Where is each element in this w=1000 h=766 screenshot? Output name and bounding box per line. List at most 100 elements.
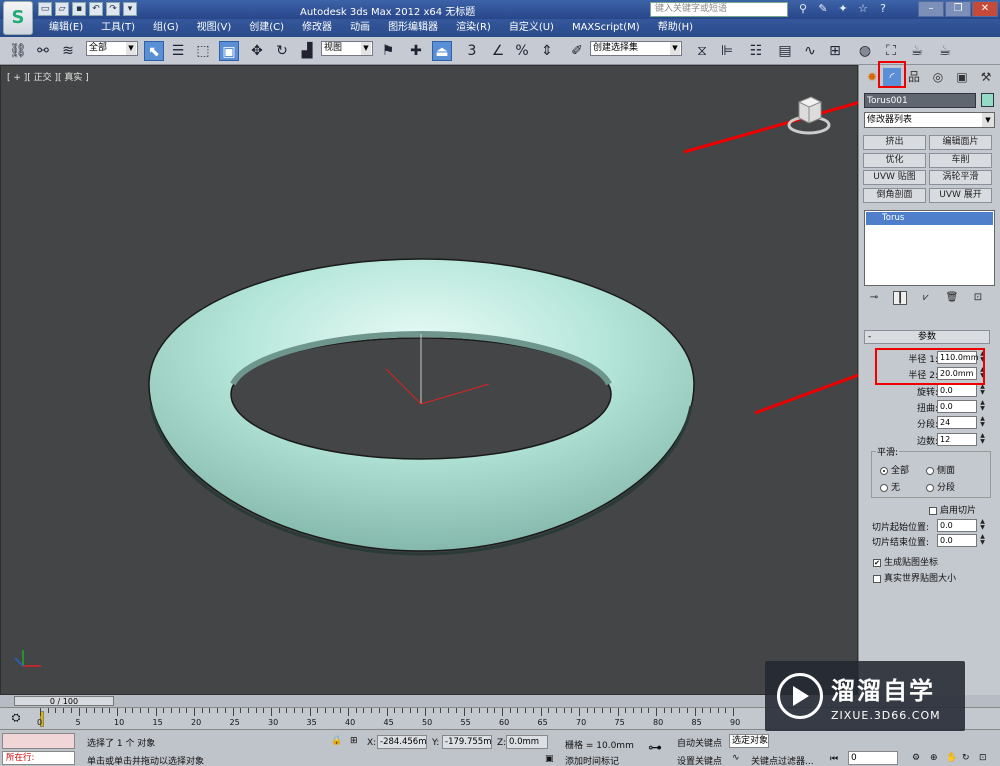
minimize-button[interactable]: – (918, 1, 944, 17)
menu-item[interactable]: 帮助(H) (649, 21, 702, 35)
pan-icon[interactable]: ✋ (946, 753, 957, 763)
render-setup-icon[interactable]: ⛶ (881, 41, 901, 61)
viewcube[interactable] (787, 92, 831, 136)
smooth-segments-radio[interactable]: 分段 (926, 480, 955, 493)
set-key-icon[interactable]: ⊶ (648, 740, 662, 756)
smooth-all-radio[interactable]: 全部 (880, 463, 909, 476)
render-production-icon[interactable]: ☕ (935, 41, 955, 61)
window-crossing-icon[interactable]: ▣ (219, 41, 239, 61)
pin-stack-icon[interactable]: ⊸ (867, 291, 881, 305)
modifier-stack[interactable]: Torus (864, 210, 995, 286)
menu-item[interactable]: 自定义(U) (500, 21, 563, 35)
select-object-icon[interactable]: ⬉ (144, 41, 164, 61)
object-color-swatch[interactable] (981, 93, 994, 107)
select-by-name-icon[interactable]: ☰ (168, 41, 188, 61)
close-button[interactable]: ✕ (972, 1, 998, 17)
smooth-none-radio[interactable]: 无 (880, 480, 900, 493)
display-tab-icon[interactable]: ▣ (953, 68, 971, 86)
current-frame-field[interactable]: 0 (848, 751, 898, 765)
ref-coord-dropdown[interactable]: 视图 ▼ (321, 41, 373, 56)
tools-icon[interactable]: ✎ (816, 2, 830, 16)
real-world-map-checkbox[interactable]: 真实世界贴图大小 (873, 571, 956, 584)
schematic-view-icon[interactable]: ⊞ (825, 41, 845, 61)
modifier-button[interactable]: 车削 (929, 152, 992, 168)
select-rotate-icon[interactable]: ↻ (272, 41, 292, 61)
select-scale-icon[interactable]: ▟ (297, 41, 317, 61)
modify-tab-icon[interactable]: ◜ (883, 68, 901, 86)
param-spinner[interactable]: ▲ ▼ (978, 416, 987, 429)
remove-modifier-icon[interactable]: 🗑 (945, 291, 959, 305)
motion-tab-icon[interactable]: ◎ (929, 68, 947, 86)
modifier-button[interactable]: 涡轮平滑 (929, 170, 992, 185)
new-file-icon[interactable]: ▭ (38, 2, 52, 16)
modifier-button[interactable]: UVW 贴图 (863, 170, 926, 185)
zoom-icon[interactable]: ⊕ (930, 753, 938, 763)
z-coord-field[interactable]: 0.0mm (506, 735, 548, 749)
menu-item[interactable]: 渲染(R) (447, 21, 500, 35)
save-icon[interactable]: ▪ (72, 2, 86, 16)
menu-item[interactable]: 工具(T) (92, 21, 144, 35)
spinner-snap-icon[interactable]: ⇕ (537, 41, 557, 61)
set-key-button[interactable]: 设置关键点 (677, 754, 722, 766)
redo-icon[interactable]: ↷ (106, 2, 120, 16)
param-spinner[interactable]: ▲ ▼ (978, 367, 987, 380)
auto-key-button[interactable]: 自动关键点 (677, 736, 722, 749)
undo-icon[interactable]: ↶ (89, 2, 103, 16)
abs-mode-icon[interactable]: ⊞ (350, 736, 358, 746)
object-name-field[interactable]: Torus001 (864, 93, 976, 108)
maximize-viewport-icon[interactable]: ⊡ (979, 753, 987, 763)
show-end-result-icon[interactable]: ┃ (893, 291, 907, 305)
time-config-icon[interactable]: ⚙ (912, 753, 920, 763)
create-tab-icon[interactable]: ✹ (863, 68, 881, 86)
param-input[interactable]: 20.0mm (937, 367, 977, 381)
restore-button[interactable]: ❐ (945, 1, 971, 17)
bind-spacewarp-icon[interactable]: ≋ (58, 41, 78, 61)
menu-item[interactable]: 动画 (341, 21, 379, 35)
menu-item[interactable]: 创建(C) (240, 21, 293, 35)
named-selection-dropdown[interactable]: 创建选择集 ▼ (590, 41, 682, 56)
selected-objects-dropdown[interactable]: 选定对象 (729, 734, 769, 748)
mirror-icon[interactable]: ⧖ (692, 41, 712, 61)
slice-to-spinner[interactable]: ▲ ▼ (978, 534, 987, 547)
torus-object[interactable] (148, 258, 695, 552)
pivot-center-icon[interactable]: ⚑ (378, 41, 398, 61)
unlink-icon[interactable]: ⚯ (33, 41, 53, 61)
stack-item-torus[interactable]: Torus (866, 212, 993, 225)
slice-from-input[interactable]: 0.0 (937, 519, 977, 532)
param-input[interactable]: 24 (937, 416, 977, 430)
perspective-viewport[interactable]: [ + ][ 正交 ][ 真实 ] (0, 65, 859, 695)
percent-snap-icon[interactable]: % (512, 41, 532, 61)
angle-snap-icon[interactable]: ∠ (488, 41, 508, 61)
param-spinner[interactable]: ▲ ▼ (978, 351, 987, 364)
menu-item[interactable]: 组(G) (144, 21, 188, 35)
rect-selection-icon[interactable]: ⬚ (193, 41, 213, 61)
configure-sets-icon[interactable]: ⊡ (971, 291, 985, 305)
param-spinner[interactable]: ▲ ▼ (978, 432, 987, 446)
graphite-tools-icon[interactable]: ▤ (775, 41, 795, 61)
time-tag-icon[interactable]: ▣ (545, 754, 554, 764)
selection-filter-dropdown[interactable]: 全部 ▼ (86, 41, 138, 56)
app-logo-icon[interactable]: S (3, 1, 33, 35)
x-coord-field[interactable]: -284.456m (377, 735, 427, 749)
param-input[interactable]: 110.0mm (937, 351, 979, 364)
menu-item[interactable]: 修改器 (293, 21, 341, 35)
modifier-list-dropdown[interactable]: 修改器列表 ▼ (864, 112, 995, 128)
help-search-input[interactable]: 键入关键字或短语 (650, 2, 788, 17)
menu-item[interactable]: 图形编辑器 (379, 21, 447, 35)
hierarchy-tab-icon[interactable]: 品 (905, 68, 923, 86)
select-manipulate-icon[interactable]: ✚ (406, 41, 426, 61)
param-input[interactable]: 12 (937, 432, 977, 446)
communication-icon[interactable]: ✦ (836, 2, 850, 16)
add-time-tag[interactable]: 添加时间标记 (565, 754, 619, 766)
key-filter-curve-icon[interactable]: ∿ (732, 753, 740, 763)
mini-curve-editor-icon[interactable]: ⛭ (6, 711, 26, 727)
align-icon[interactable]: ⊫ (717, 41, 737, 61)
goto-start-icon[interactable]: ⏮ (830, 754, 838, 764)
menu-item[interactable]: 编辑(E) (40, 21, 92, 35)
select-move-icon[interactable]: ✥ (247, 41, 267, 61)
lock-icon[interactable]: 🔒 (331, 736, 342, 746)
qa-dropdown-icon[interactable]: ▾ (123, 2, 137, 16)
modifier-button[interactable]: 优化 (863, 152, 926, 168)
modifier-button[interactable]: 倒角剖面 (863, 187, 926, 203)
menu-item[interactable]: MAXScript(M) (563, 21, 649, 35)
